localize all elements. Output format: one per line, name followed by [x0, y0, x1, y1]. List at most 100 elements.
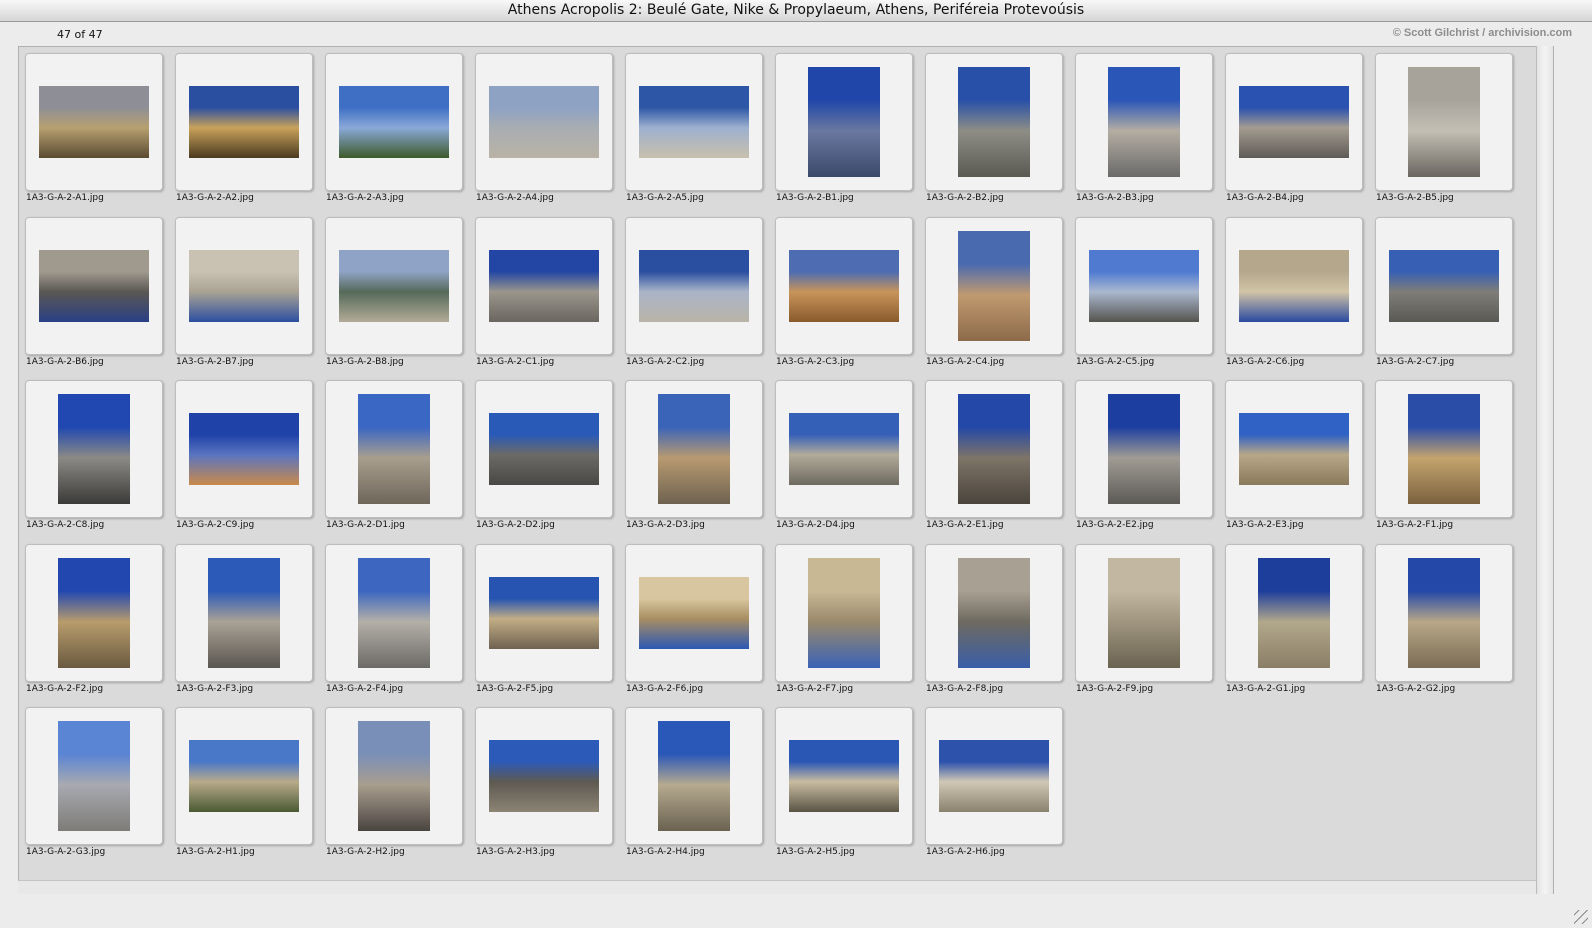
slide-mount[interactable]: [175, 380, 313, 518]
slide-mount[interactable]: [475, 53, 613, 191]
thumbnail-item[interactable]: 1A3-G-A-2-B8.jpg: [325, 216, 465, 377]
thumbnail-item[interactable]: 1A3-G-A-2-C4.jpg: [925, 216, 1065, 377]
thumbnail-item[interactable]: 1A3-G-A-2-G3.jpg: [25, 707, 165, 867]
slide-mount[interactable]: [1225, 380, 1363, 518]
slide-mount[interactable]: [775, 380, 913, 518]
thumbnail-image[interactable]: [939, 740, 1049, 812]
thumbnail-item[interactable]: 1A3-G-A-2-G2.jpg: [1375, 543, 1515, 704]
thumbnail-image[interactable]: [358, 557, 430, 668]
thumbnail-image[interactable]: [1408, 67, 1480, 177]
thumbnail-item[interactable]: 1A3-G-A-2-A2.jpg: [175, 53, 315, 213]
slide-mount[interactable]: [1375, 53, 1513, 191]
slide-mount[interactable]: [625, 707, 763, 845]
thumbnail-image[interactable]: [339, 86, 449, 158]
slide-mount[interactable]: [775, 707, 913, 845]
slide-mount[interactable]: [925, 543, 1063, 682]
thumbnail-item[interactable]: 1A3-G-A-2-A4.jpg: [475, 53, 615, 213]
thumbnail-image[interactable]: [789, 413, 899, 485]
slide-mount[interactable]: [325, 216, 463, 355]
slide-mount[interactable]: [1075, 543, 1213, 682]
thumbnail-image[interactable]: [1408, 557, 1480, 668]
thumbnail-item[interactable]: 1A3-G-A-2-F7.jpg: [775, 543, 915, 704]
slide-mount[interactable]: [775, 543, 913, 682]
slide-mount[interactable]: [625, 216, 763, 355]
thumbnail-item[interactable]: 1A3-G-A-2-A3.jpg: [325, 53, 465, 213]
thumbnail-image[interactable]: [489, 249, 599, 322]
slide-mount[interactable]: [925, 380, 1063, 518]
thumbnail-image[interactable]: [639, 86, 749, 158]
slide-mount[interactable]: [175, 543, 313, 682]
thumbnail-image[interactable]: [1239, 249, 1349, 322]
slide-mount[interactable]: [175, 53, 313, 191]
thumbnail-item[interactable]: 1A3-G-A-2-F5.jpg: [475, 543, 615, 704]
thumbnail-image[interactable]: [489, 740, 599, 812]
thumbnail-image[interactable]: [489, 576, 599, 649]
thumbnail-image[interactable]: [1239, 86, 1349, 158]
resize-grip-icon[interactable]: [1574, 910, 1588, 924]
thumbnail-item[interactable]: 1A3-G-A-2-C2.jpg: [625, 216, 765, 377]
thumbnail-image[interactable]: [358, 721, 430, 831]
thumbnail-image[interactable]: [58, 557, 130, 668]
thumbnail-item[interactable]: 1A3-G-A-2-B6.jpg: [25, 216, 165, 377]
thumbnail-item[interactable]: 1A3-G-A-2-H3.jpg: [475, 707, 615, 867]
slide-mount[interactable]: [1375, 380, 1513, 518]
thumbnail-item[interactable]: 1A3-G-A-2-F6.jpg: [625, 543, 765, 704]
slide-mount[interactable]: [1375, 216, 1513, 355]
slide-mount[interactable]: [1225, 216, 1363, 355]
slide-mount[interactable]: [25, 707, 163, 845]
thumbnail-image[interactable]: [808, 557, 880, 668]
slide-mount[interactable]: [175, 216, 313, 355]
slide-mount[interactable]: [325, 380, 463, 518]
thumbnail-item[interactable]: 1A3-G-A-2-C6.jpg: [1225, 216, 1365, 377]
thumbnail-image[interactable]: [39, 249, 149, 322]
thumbnail-image[interactable]: [658, 394, 730, 504]
thumbnail-item[interactable]: 1A3-G-A-2-H6.jpg: [925, 707, 1065, 867]
thumbnail-item[interactable]: 1A3-G-A-2-F4.jpg: [325, 543, 465, 704]
thumbnail-image[interactable]: [39, 86, 149, 158]
slide-mount[interactable]: [1075, 53, 1213, 191]
thumbnail-image[interactable]: [189, 740, 299, 812]
slide-mount[interactable]: [1075, 380, 1213, 518]
thumbnail-image[interactable]: [489, 86, 599, 158]
slide-mount[interactable]: [625, 543, 763, 682]
thumbnail-image[interactable]: [789, 249, 899, 322]
thumbnail-item[interactable]: 1A3-G-A-2-H5.jpg: [775, 707, 915, 867]
thumbnail-item[interactable]: 1A3-G-A-2-F2.jpg: [25, 543, 165, 704]
thumbnail-image[interactable]: [58, 394, 130, 504]
slide-mount[interactable]: [775, 53, 913, 191]
thumbnail-image[interactable]: [1408, 394, 1480, 504]
thumbnail-item[interactable]: 1A3-G-A-2-B7.jpg: [175, 216, 315, 377]
vertical-scrollbar[interactable]: [1536, 46, 1553, 894]
slide-mount[interactable]: [475, 707, 613, 845]
thumbnail-item[interactable]: 1A3-G-A-2-E2.jpg: [1075, 380, 1215, 540]
slide-mount[interactable]: [175, 707, 313, 845]
slide-mount[interactable]: [1225, 53, 1363, 191]
slide-mount[interactable]: [775, 216, 913, 355]
thumbnail-image[interactable]: [58, 721, 130, 831]
slide-mount[interactable]: [25, 380, 163, 518]
slide-mount[interactable]: [625, 53, 763, 191]
slide-mount[interactable]: [475, 216, 613, 355]
slide-mount[interactable]: [25, 543, 163, 682]
thumbnail-item[interactable]: 1A3-G-A-2-A1.jpg: [25, 53, 165, 213]
thumbnail-item[interactable]: 1A3-G-A-2-D3.jpg: [625, 380, 765, 540]
thumbnail-image[interactable]: [958, 67, 1030, 177]
thumbnail-image[interactable]: [958, 557, 1030, 668]
thumbnail-item[interactable]: 1A3-G-A-2-G1.jpg: [1225, 543, 1365, 704]
thumbnail-item[interactable]: 1A3-G-A-2-C3.jpg: [775, 216, 915, 377]
thumbnail-image[interactable]: [639, 576, 749, 649]
thumbnail-item[interactable]: 1A3-G-A-2-B4.jpg: [1225, 53, 1365, 213]
slide-mount[interactable]: [325, 707, 463, 845]
thumbnail-image[interactable]: [1239, 413, 1349, 485]
slide-mount[interactable]: [625, 380, 763, 518]
thumbnail-item[interactable]: 1A3-G-A-2-H2.jpg: [325, 707, 465, 867]
slide-mount[interactable]: [925, 216, 1063, 355]
thumbnail-item[interactable]: 1A3-G-A-2-C1.jpg: [475, 216, 615, 377]
thumbnail-image[interactable]: [189, 413, 299, 485]
slide-mount[interactable]: [1225, 543, 1363, 682]
thumbnail-image[interactable]: [808, 67, 880, 177]
thumbnail-item[interactable]: 1A3-G-A-2-B1.jpg: [775, 53, 915, 213]
thumbnail-image[interactable]: [1389, 249, 1499, 322]
thumbnail-item[interactable]: 1A3-G-A-2-D1.jpg: [325, 380, 465, 540]
thumbnail-item[interactable]: 1A3-G-A-2-D4.jpg: [775, 380, 915, 540]
